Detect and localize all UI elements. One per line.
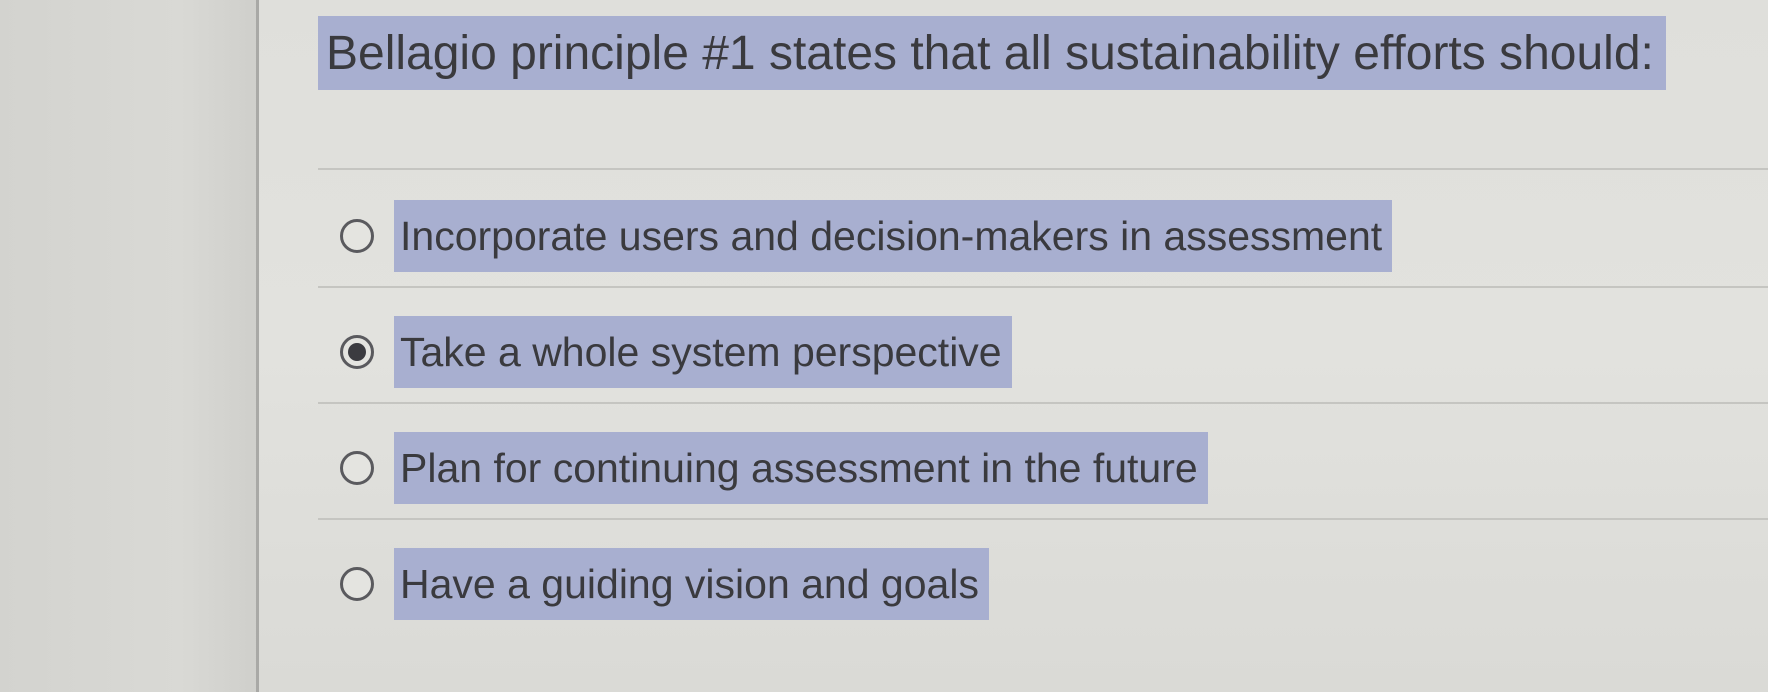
radio-button-icon[interactable] <box>340 219 374 253</box>
question-label: Bellagio principle #1 states that all su… <box>326 26 1654 80</box>
radio-button-icon[interactable] <box>340 451 374 485</box>
left-margin <box>0 0 258 692</box>
option-label[interactable]: Plan for continuing assessment in the fu… <box>394 432 1208 504</box>
option-label[interactable]: Have a guiding vision and goals <box>394 548 989 620</box>
divider <box>318 168 1768 170</box>
option-2[interactable]: Take a whole system perspective <box>340 316 1012 388</box>
option-3[interactable]: Plan for continuing assessment in the fu… <box>340 432 1208 504</box>
option-label[interactable]: Take a whole system perspective <box>394 316 1012 388</box>
option-4[interactable]: Have a guiding vision and goals <box>340 548 989 620</box>
question-text: Bellagio principle #1 states that all su… <box>318 16 1666 90</box>
divider <box>318 286 1768 288</box>
radio-button-icon[interactable] <box>340 567 374 601</box>
option-label[interactable]: Incorporate users and decision-makers in… <box>394 200 1393 272</box>
divider <box>318 402 1768 404</box>
option-1[interactable]: Incorporate users and decision-makers in… <box>340 200 1393 272</box>
divider <box>318 518 1768 520</box>
radio-button-selected-icon[interactable] <box>340 335 374 369</box>
